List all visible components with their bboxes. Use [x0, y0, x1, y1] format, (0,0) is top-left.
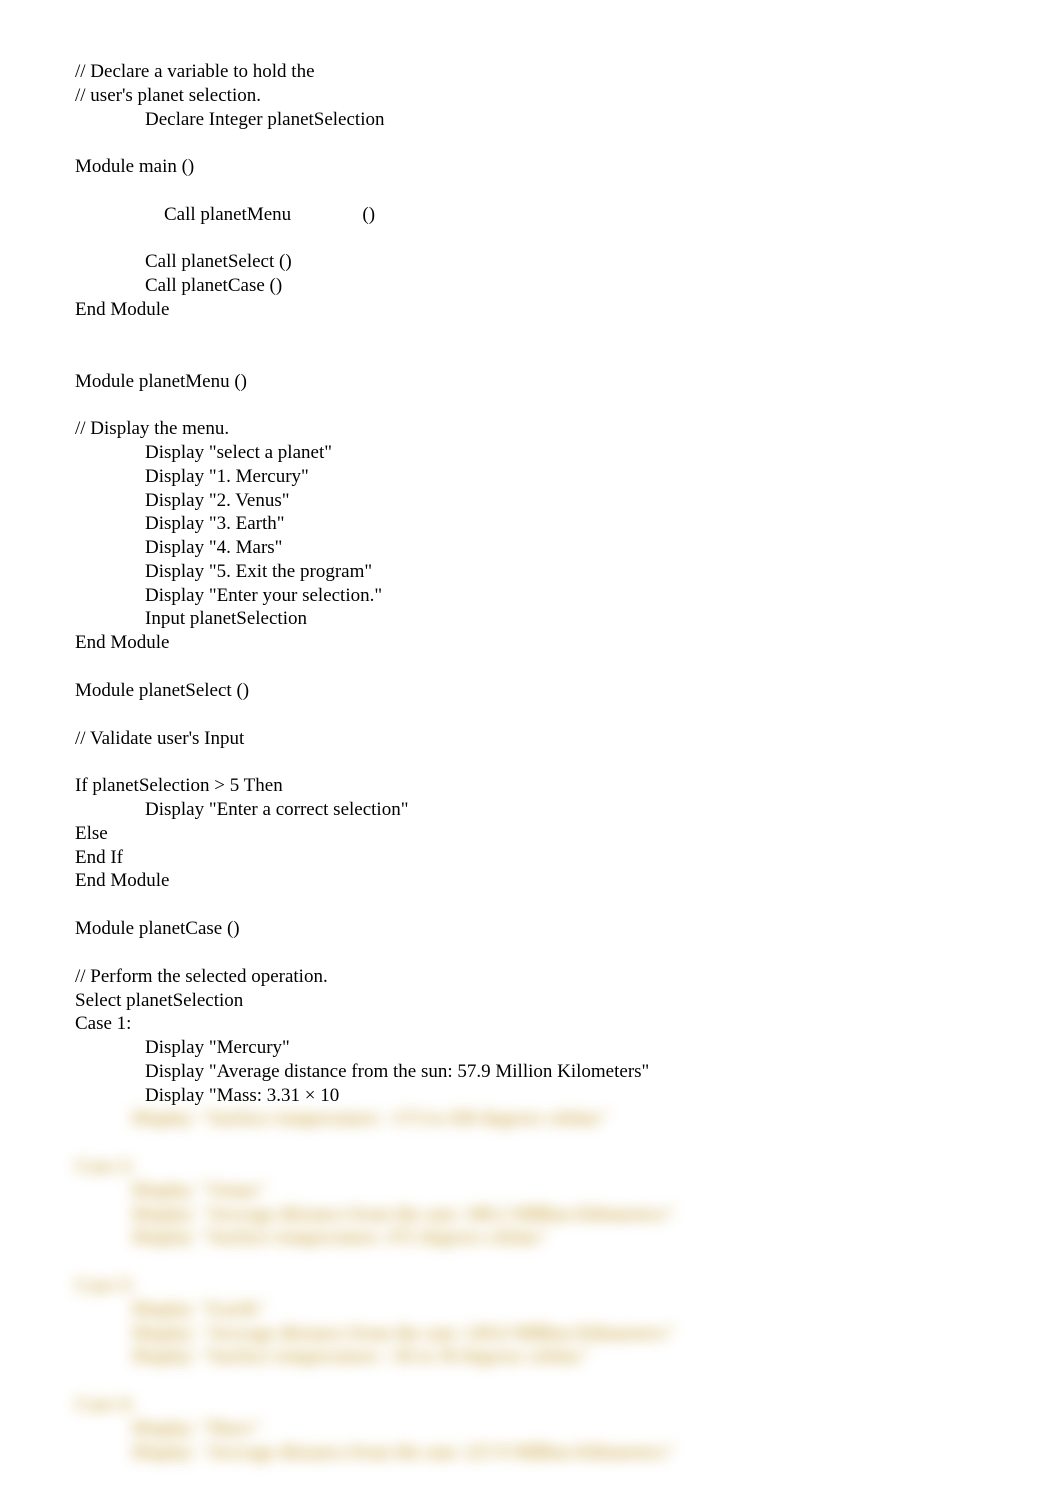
code-line: Select planetSelection	[75, 989, 987, 1013]
code-line: // Display the menu.	[75, 417, 987, 441]
code-line: Display "Mass: 3.31 × 10	[75, 1084, 987, 1108]
blank-line	[75, 322, 987, 346]
code-line: Module planetCase ()	[75, 917, 987, 941]
code-line: Module planetMenu ()	[75, 370, 987, 394]
code-line: Display "5. Exit the program"	[75, 560, 987, 584]
code-line: // Declare a variable to hold the	[75, 60, 987, 84]
code-text	[291, 204, 362, 225]
blurred-line: Display "Average distance from the sun: …	[75, 1322, 987, 1346]
blurred-content: Display "Surface temperature: -173 to 43…	[75, 1107, 987, 1464]
blank-line	[75, 703, 987, 727]
blurred-line: Display "Surface temperature: 472 degree…	[75, 1226, 987, 1250]
code-text: Call planetMenu	[164, 204, 291, 225]
code-line: Module planetSelect ()	[75, 679, 987, 703]
blurred-line: Display "Average distance from the sun: …	[75, 1203, 987, 1227]
blurred-line: Display "Earth"	[75, 1298, 987, 1322]
code-line: Display "Enter a correct selection"	[75, 798, 987, 822]
code-line: Call planetCase ()	[75, 274, 987, 298]
code-line: Declare Integer planetSelection	[75, 108, 987, 132]
code-line: Call planetMenu ()	[75, 179, 987, 250]
code-line: Display "Mercury"	[75, 1036, 987, 1060]
blurred-line: Case 2:	[75, 1155, 987, 1179]
code-line: If planetSelection > 5 Then	[75, 774, 987, 798]
blank-line	[75, 393, 987, 417]
code-line: // user's planet selection.	[75, 84, 987, 108]
blurred-line: Display "Surface temperature: -50 to 50 …	[75, 1345, 987, 1369]
code-line: Display "Enter your selection."	[75, 584, 987, 608]
code-line: Call planetSelect ()	[75, 250, 987, 274]
blank-line	[75, 655, 987, 679]
code-line: Case 1:	[75, 1012, 987, 1036]
blank-line	[75, 893, 987, 917]
code-text: ()	[362, 204, 375, 225]
blurred-line: Display "Venus"	[75, 1179, 987, 1203]
blank-line	[75, 941, 987, 965]
code-line: Input planetSelection	[75, 607, 987, 631]
blurred-line: Case 3:	[75, 1274, 987, 1298]
code-line: Else	[75, 822, 987, 846]
code-line: End Module	[75, 631, 987, 655]
blank-line	[75, 1369, 987, 1393]
blank-line	[75, 346, 987, 370]
code-line: End Module	[75, 298, 987, 322]
blurred-line: Case 4:	[75, 1393, 987, 1417]
code-line: // Perform the selected operation.	[75, 965, 987, 989]
blurred-line: Display "Surface temperature: -173 to 43…	[75, 1107, 987, 1131]
blank-line	[75, 1250, 987, 1274]
blank-line	[75, 750, 987, 774]
code-line: End If	[75, 846, 987, 870]
code-line: Display "2. Venus"	[75, 489, 987, 513]
code-line: Display "4. Mars"	[75, 536, 987, 560]
code-line: Module main ()	[75, 155, 987, 179]
code-line: Display "Average distance from the sun: …	[75, 1060, 987, 1084]
code-line: // Validate user's Input	[75, 727, 987, 751]
blank-line	[75, 131, 987, 155]
code-line: Display "3. Earth"	[75, 512, 987, 536]
blank-line	[75, 1131, 987, 1155]
blurred-line: Display "Mars"	[75, 1417, 987, 1441]
document-page: // Declare a variable to hold the // use…	[0, 0, 1062, 1504]
code-line: End Module	[75, 869, 987, 893]
blurred-line: Display "Average distance from the sun: …	[75, 1441, 987, 1465]
code-line: Display "select a planet"	[75, 441, 987, 465]
code-line: Display "1. Mercury"	[75, 465, 987, 489]
